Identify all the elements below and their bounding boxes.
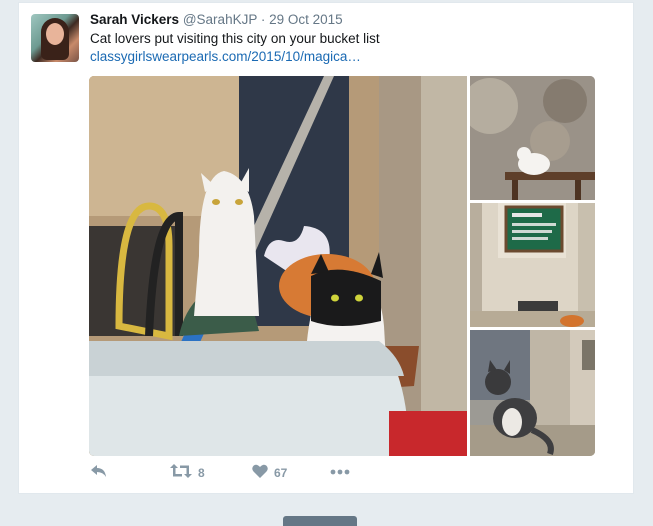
thumbnail-photo-3[interactable]: [470, 330, 595, 456]
avatar[interactable]: [31, 14, 79, 62]
separator: ·: [260, 12, 266, 27]
more-icon: [330, 464, 350, 478]
like-button[interactable]: 67: [252, 464, 287, 481]
handle[interactable]: @SarahKJP: [183, 12, 257, 27]
more-button[interactable]: [330, 464, 350, 478]
tweet-link[interactable]: classygirlswearpearls.com/2015/10/magica…: [90, 49, 361, 64]
green-sign-doorway-photo: [470, 203, 595, 327]
cats-in-courtyard-photo: [89, 76, 467, 456]
tabby-cat-sitting-photo: [470, 330, 595, 456]
white-cat-on-bench-photo: [470, 76, 595, 200]
tweet-header: Sarah Vickers @SarahKJP · 29 Oct 2015: [90, 12, 343, 27]
retweet-icon: [170, 464, 192, 481]
like-count: 67: [274, 465, 288, 480]
media-gallery[interactable]: [89, 76, 595, 456]
thumbnail-photo-2[interactable]: [470, 203, 595, 327]
reply-icon: [90, 464, 108, 481]
avatar-face: [46, 23, 64, 45]
bottom-scroll-tab[interactable]: [283, 516, 357, 526]
thumbnail-photo-1[interactable]: [470, 76, 595, 200]
retweet-count: 8: [198, 465, 205, 480]
heart-icon: [252, 464, 268, 481]
tweet-text: Cat lovers put visiting this city on you…: [90, 31, 380, 46]
display-name[interactable]: Sarah Vickers: [90, 12, 179, 27]
reply-button[interactable]: [90, 464, 108, 481]
tweet-date[interactable]: 29 Oct 2015: [269, 12, 343, 27]
main-photo[interactable]: [89, 76, 467, 456]
retweet-button[interactable]: 8: [170, 464, 205, 481]
